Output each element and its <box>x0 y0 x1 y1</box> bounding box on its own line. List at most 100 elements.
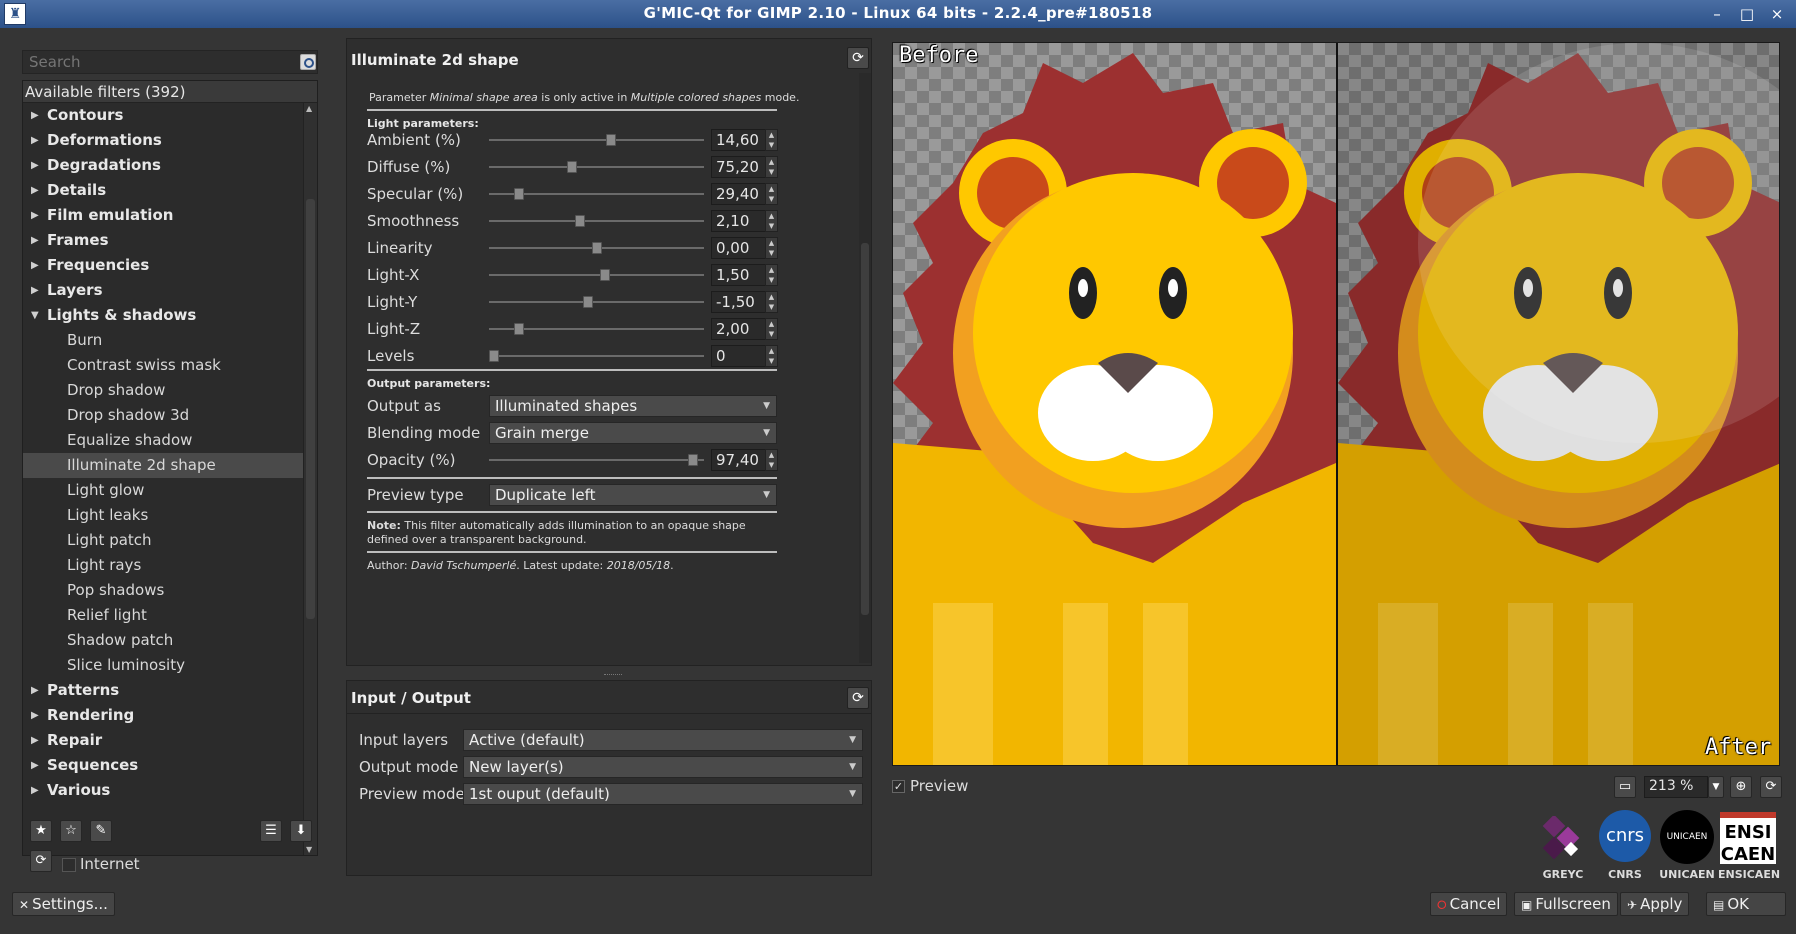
filter-row[interactable]: Drop shadow <box>23 378 317 403</box>
category-row[interactable]: ▶ Patterns <box>23 678 317 703</box>
chevron-right-icon[interactable]: ▶ <box>31 103 39 128</box>
chevron-right-icon[interactable]: ▶ <box>31 778 39 803</box>
category-row[interactable]: ▼ Lights & shadows <box>23 303 317 328</box>
input-layers-select[interactable]: Active (default) ▼ <box>463 729 863 751</box>
splitter-handle[interactable] <box>604 674 622 676</box>
slider-track[interactable] <box>489 139 704 141</box>
minimize-button[interactable]: – <box>1706 3 1728 25</box>
filter-row[interactable]: Burn <box>23 328 317 353</box>
preview-canvas[interactable]: Before After <box>892 42 1780 766</box>
zoom-out-icon[interactable]: ▭ <box>1614 776 1636 798</box>
close-button[interactable]: × <box>1766 3 1788 25</box>
category-row[interactable]: ▶ Deformations <box>23 128 317 153</box>
zoom-dropdown-icon[interactable]: ▼ <box>1708 776 1724 798</box>
slider-track[interactable] <box>489 220 704 222</box>
category-row[interactable]: ▶ Contours <box>23 103 317 128</box>
slider-spinbox[interactable]: 2,10 <box>711 210 769 232</box>
cancel-button[interactable]: ⭘ Cancel <box>1430 892 1508 916</box>
opacity-spinbox[interactable]: 97,40 <box>711 449 769 471</box>
filter-row[interactable]: Drop shadow 3d <box>23 403 317 428</box>
slider-handle[interactable] <box>566 161 577 173</box>
category-row[interactable]: ▶ Repair <box>23 728 317 753</box>
slider-handle[interactable] <box>591 242 602 254</box>
spin-arrows-icon[interactable]: ▲ ▼ <box>765 264 778 286</box>
slider-handle[interactable] <box>489 350 499 362</box>
chevron-right-icon[interactable]: ▶ <box>31 703 39 728</box>
preview-split-divider[interactable] <box>1336 43 1338 765</box>
toggle-visibility-icon[interactable]: ☰ <box>260 820 282 842</box>
search-icon[interactable] <box>300 54 316 70</box>
filter-row[interactable]: Equalize shadow <box>23 428 317 453</box>
slider-spinbox[interactable]: 29,40 <box>711 183 769 205</box>
settings-button[interactable]: ✕ Settings... <box>12 892 115 916</box>
category-row[interactable]: ▶ Frames <box>23 228 317 253</box>
category-row[interactable]: ▶ Film emulation <box>23 203 317 228</box>
slider-spinbox[interactable]: 0 <box>711 345 769 367</box>
slider-handle[interactable] <box>583 296 594 308</box>
category-row[interactable]: ▶ Details <box>23 178 317 203</box>
output-as-select[interactable]: Illuminated shapes ▼ <box>489 395 777 417</box>
fullscreen-button[interactable]: ▣ Fullscreen <box>1514 892 1618 916</box>
slider-handle[interactable] <box>599 269 610 281</box>
chevron-right-icon[interactable]: ▶ <box>31 728 39 753</box>
category-row[interactable]: ▶ Sequences <box>23 753 317 778</box>
filter-row[interactable]: Shadow patch <box>23 628 317 653</box>
chevron-right-icon[interactable]: ▶ <box>31 153 39 178</box>
spin-arrows-icon[interactable]: ▲ ▼ <box>765 237 778 259</box>
slider-handle[interactable] <box>605 134 616 146</box>
ok-button[interactable]: ▤ OK <box>1706 892 1786 916</box>
slider-handle[interactable] <box>575 215 586 227</box>
scrollbar-thumb[interactable] <box>306 199 315 619</box>
chevron-right-icon[interactable]: ▶ <box>31 128 39 153</box>
slider-spinbox[interactable]: 2,00 <box>711 318 769 340</box>
filter-row[interactable]: Light rays <box>23 553 317 578</box>
reset-params-icon[interactable]: ⟳ <box>847 47 869 69</box>
filter-row[interactable]: Pop shadows <box>23 578 317 603</box>
spin-arrows-icon[interactable]: ▲ ▼ <box>765 183 778 205</box>
filter-row[interactable]: Light patch <box>23 528 317 553</box>
internet-checkbox[interactable] <box>62 858 76 872</box>
filter-row[interactable]: Illuminate 2d shape <box>23 453 317 478</box>
filter-tree-scrollbar[interactable]: ▲ ▼ <box>303 103 317 855</box>
filter-row[interactable]: Light glow <box>23 478 317 503</box>
slider-spinbox[interactable]: 75,20 <box>711 156 769 178</box>
scroll-up-icon[interactable]: ▲ <box>306 104 312 113</box>
slider-track[interactable] <box>489 274 704 276</box>
output-mode-select[interactable]: New layer(s) ▼ <box>463 756 863 778</box>
expand-collapse-icon[interactable]: ⬇ <box>290 820 312 842</box>
chevron-right-icon[interactable]: ▶ <box>31 228 39 253</box>
category-row[interactable]: ▶ Frequencies <box>23 253 317 278</box>
preview-checkbox[interactable]: ✓ <box>892 780 905 793</box>
apply-button[interactable]: ✈ Apply <box>1620 892 1690 916</box>
chevron-right-icon[interactable]: ▶ <box>31 678 39 703</box>
filter-row[interactable]: Slice luminosity <box>23 653 317 678</box>
slider-spinbox[interactable]: 1,50 <box>711 264 769 286</box>
chevron-right-icon[interactable]: ▶ <box>31 278 39 303</box>
chevron-right-icon[interactable]: ▶ <box>31 178 39 203</box>
scroll-down-icon[interactable]: ▼ <box>306 845 312 854</box>
chevron-right-icon[interactable]: ▶ <box>31 253 39 278</box>
zoom-level-field[interactable]: 213 % <box>1644 776 1708 798</box>
slider-track[interactable] <box>489 355 704 357</box>
params-scrollbar[interactable] <box>859 73 871 663</box>
spin-arrows-icon[interactable]: ▲ ▼ <box>765 129 778 151</box>
slider-track[interactable] <box>489 301 704 303</box>
opacity-slider-handle[interactable] <box>687 454 698 466</box>
category-row[interactable]: ▶ Rendering <box>23 703 317 728</box>
filter-row[interactable]: Contrast swiss mask <box>23 353 317 378</box>
chevron-right-icon[interactable]: ▶ <box>31 753 39 778</box>
slider-spinbox[interactable]: 14,60 <box>711 129 769 151</box>
preview-mode-select[interactable]: 1st ouput (default) ▼ <box>463 783 863 805</box>
search-input[interactable] <box>22 50 318 74</box>
spin-arrows-icon[interactable]: ▲ ▼ <box>765 156 778 178</box>
rename-favorite-icon[interactable]: ✎ <box>90 820 112 842</box>
slider-handle[interactable] <box>513 188 524 200</box>
opacity-slider[interactable] <box>489 459 704 461</box>
slider-spinbox[interactable]: 0,00 <box>711 237 769 259</box>
remove-favorite-icon[interactable]: ☆ <box>60 820 82 842</box>
chevron-down-icon[interactable]: ▼ <box>31 303 39 328</box>
slider-spinbox[interactable]: -1,50 <box>711 291 769 313</box>
spin-arrows-icon[interactable]: ▲ ▼ <box>765 449 778 471</box>
refresh-filters-icon[interactable]: ⟳ <box>30 850 52 872</box>
category-row[interactable]: ▶ Layers <box>23 278 317 303</box>
